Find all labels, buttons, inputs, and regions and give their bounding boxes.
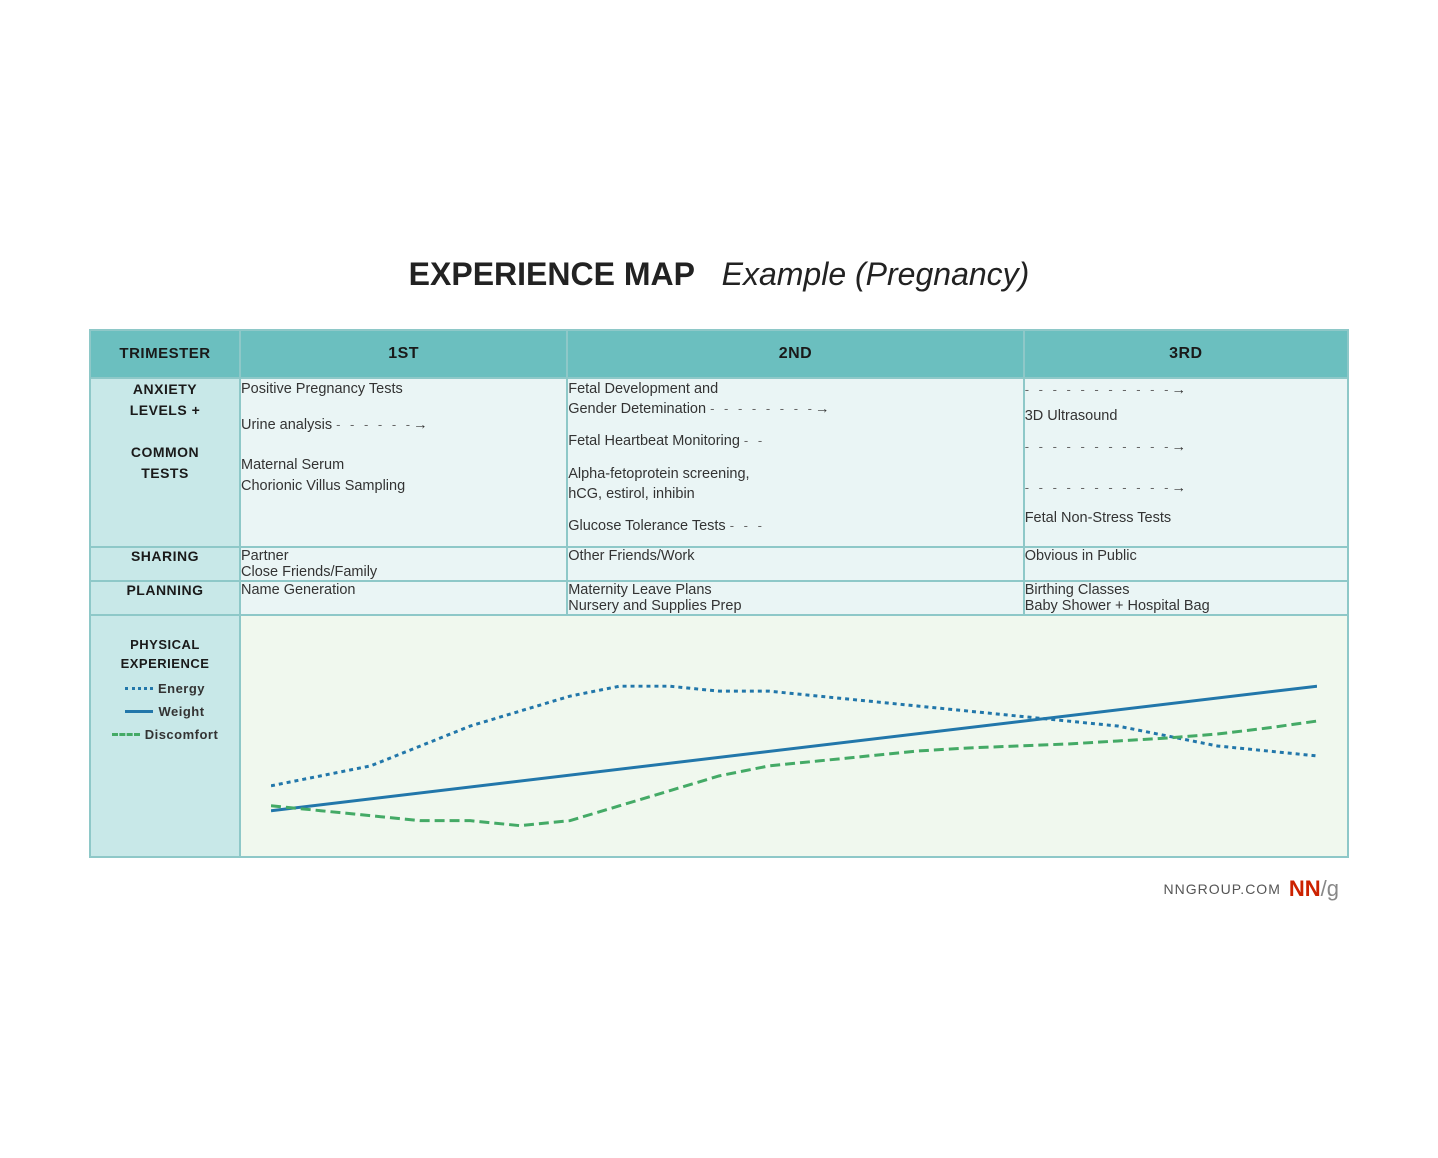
footer: NNGROUP.COM NN/g [89,876,1349,902]
test-item: Maternal SerumChorionic Villus Sampling [241,455,566,496]
col1-header: 1ST [240,330,567,378]
energy-polyline [271,687,1317,787]
anxiety-label: ANXIETY LEVELS + COMMON TESTS [90,378,240,548]
planning-row: PLANNING Name Generation Maternity Leave… [90,581,1348,615]
chart-svg [271,636,1317,836]
sharing-label: SHARING [90,547,240,581]
header-row: TRIMESTER 1ST 2ND 3RD [90,330,1348,378]
physical-row: PHYSICALEXPERIENCE Energy Weight Di [90,615,1348,857]
anxiety-row: ANXIETY LEVELS + COMMON TESTS Positive P… [90,378,1348,548]
page-title: EXPERIENCE MAP Example (Pregnancy) [89,256,1349,293]
planning-col1: Name Generation [240,581,567,615]
title-italic: Example (Pregnancy) [722,256,1030,292]
experience-table: TRIMESTER 1ST 2ND 3RD ANXIETY LEVELS + C… [89,329,1349,859]
planning-col2: Maternity Leave Plans Nursery and Suppli… [567,581,1023,615]
anxiety-col3: - - - - - - - - - - -→ 3D Ultrasound - -… [1024,378,1348,548]
weight-line-icon [125,710,153,713]
trimester-header: TRIMESTER [90,330,240,378]
planning-col3: Birthing Classes Baby Shower + Hospital … [1024,581,1348,615]
test-item: Glucose Tolerance Tests - - - [568,516,1022,536]
sharing-col2: Other Friends/Work [567,547,1023,581]
discomfort-legend: Discomfort [99,727,231,742]
physical-chart [261,626,1327,846]
test-item: Urine analysis - - - - - -→ [241,415,566,435]
physical-chart-cell [240,615,1348,857]
footer-site: NNGROUP.COM [1164,881,1281,897]
sharing-row: SHARING Partner Close Friends/Family Oth… [90,547,1348,581]
sharing-col1: Partner Close Friends/Family [240,547,567,581]
discomfort-line-icon [112,733,140,736]
test-item: Positive Pregnancy Tests [241,379,566,399]
test-item: Alpha-fetoprotein screening,hCG, estirol… [568,464,1022,505]
planning-label: PLANNING [90,581,240,615]
energy-legend: Energy [99,681,231,696]
weight-line [271,687,1317,812]
col2-header: 2ND [567,330,1023,378]
page-wrapper: EXPERIENCE MAP Example (Pregnancy) TRIME… [69,216,1369,943]
test-item: Fetal Development andGender Detemination… [568,379,1022,420]
col3-header: 3RD [1024,330,1348,378]
energy-line-icon [125,687,153,690]
weight-legend: Weight [99,704,231,719]
footer-logo: NN/g [1289,876,1339,902]
anxiety-col1: Positive Pregnancy Tests Urine analysis … [240,378,567,548]
discomfort-polyline [271,721,1317,826]
test-item: Fetal Heartbeat Monitoring - - [568,431,1022,451]
title-bold: EXPERIENCE MAP [409,256,695,292]
anxiety-col2: Fetal Development andGender Detemination… [567,378,1023,548]
sharing-col3: Obvious in Public [1024,547,1348,581]
physical-label: PHYSICALEXPERIENCE Energy Weight Di [90,615,240,857]
test-item: 3D Ultrasound [1025,406,1347,426]
test-item: Fetal Non-Stress Tests [1025,508,1347,528]
